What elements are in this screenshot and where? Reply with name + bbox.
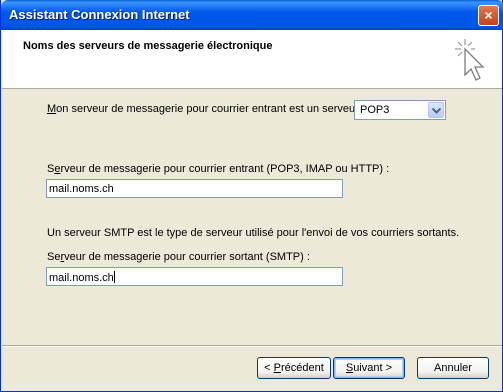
chevron-down-icon [432,108,441,114]
footer-divider [2,345,502,347]
wizard-header: Noms des serveurs de messagerie électron… [2,30,502,89]
outgoing-server-label: Serveur de messagerie pour courrier sort… [47,251,310,263]
wizard-sparkle-icon [455,39,485,81]
dropdown-button[interactable] [428,102,444,118]
incoming-server-label: Serveur de messagerie pour courrier entr… [47,163,390,175]
title-bar[interactable]: Assistant Connexion Internet × [1,0,503,30]
next-button[interactable]: Suivant > [333,357,405,379]
close-button[interactable]: × [478,5,499,26]
incoming-type-select[interactable]: POP3 [354,100,446,120]
outgoing-server-input[interactable]: mail.noms.ch [46,267,343,286]
smtp-info-text: Un serveur SMTP est le type de serveur u… [47,227,460,239]
window-title: Assistant Connexion Internet [9,7,190,22]
incoming-type-value: POP3 [360,104,390,116]
wizard-window: Assistant Connexion Internet × Noms des … [0,0,503,392]
text-caret [113,271,115,283]
incoming-server-input[interactable]: mail.noms.ch [46,179,343,198]
outgoing-server-value: mail.noms.ch [49,272,114,284]
cancel-button[interactable]: Annuler [417,357,489,379]
back-button[interactable]: < Précédent [257,357,331,379]
close-icon: × [484,7,493,23]
incoming-type-label: Mon serveur de messagerie pour courrier … [47,103,359,115]
page-title: Noms des serveurs de messagerie électron… [23,40,273,52]
